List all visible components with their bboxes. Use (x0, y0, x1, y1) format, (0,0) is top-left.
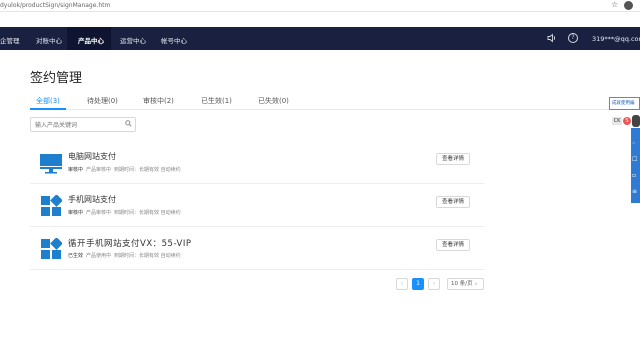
search-icon-svg (125, 120, 132, 127)
windows-tiles-icon (40, 237, 63, 260)
product-name: 循开手机网站支付VX：55-VIP (68, 239, 192, 249)
product-meta: 审核中 产品审核中 到期时间：长期有效 自动续约 (68, 166, 181, 173)
top-nav: 企管理 对账中心 产品中心 运营中心 帐号中心 ? 319***@qq.com (0, 27, 640, 50)
view-details-button[interactable]: 查看详情 (436, 153, 470, 165)
product-status: 产品审核中 (86, 210, 112, 216)
bookmark-star-icon[interactable]: ☆ (611, 0, 618, 9)
nav-item-products[interactable]: 产品中心 (78, 35, 104, 45)
page-title: 签约管理 (30, 71, 83, 86)
product-row: 手机网站支付 审核中 产品审核中 到期时间：长期有效 自动续约 查看详情 (30, 185, 485, 227)
sidebar-list-icon[interactable]: ≡ (632, 188, 637, 195)
product-search-box[interactable] (30, 117, 136, 132)
floating-tip[interactable]: 成就使用编 (609, 97, 640, 110)
tab-active[interactable]: 已生效(1) (201, 96, 232, 106)
product-status: 产品使用中 (86, 253, 112, 259)
tab-active-indicator (30, 108, 66, 110)
page-size-select[interactable]: 10 条/页 ∨ (447, 278, 484, 290)
product-row: 循开手机网站支付VX：55-VIP 已生效 产品使用中 到期时间：长期有效 自动续约… (30, 228, 485, 270)
windows-tiles-icon-svg (41, 194, 63, 216)
sidebar-chat-icon[interactable]: ◦ (632, 140, 636, 147)
product-name: 手机网站支付 (68, 195, 116, 204)
page-gap (0, 12, 640, 27)
status-badge: 已生效 (68, 253, 84, 259)
s-badge[interactable]: S (623, 117, 631, 125)
product-meta: 审核中 产品审核中 到期时间：长期有效 自动续约 (68, 209, 181, 216)
product-row: 电脑网站支付 审核中 产品审核中 到期时间：长期有效 自动续约 查看详情 (30, 142, 485, 184)
status-tabs: 全部(3) 待处理(0) 审核中(2) 已生效(1) 已失效(0) (30, 94, 638, 110)
sidebar-doc-icon[interactable]: ▫ (632, 172, 636, 179)
speaker-icon-svg (547, 33, 556, 43)
ck-badge[interactable]: CK (612, 117, 622, 125)
tab-reviewing[interactable]: 审核中(2) (143, 96, 174, 106)
tab-all[interactable]: 全部(3) (36, 96, 60, 106)
help-icon[interactable]: ? (568, 33, 578, 43)
account-icon[interactable] (624, 1, 633, 10)
search-icon[interactable] (125, 120, 132, 129)
tab-pending[interactable]: 待处理(0) (87, 96, 118, 106)
windows-tiles-icon (40, 194, 63, 217)
sidebar-edit-icon[interactable]: ☐ (632, 156, 637, 163)
page-size-value: 10 条/页 (451, 281, 473, 287)
nav-item-reconciliation[interactable]: 对账中心 (36, 35, 62, 45)
floating-sidebar[interactable]: ◦ ☐ ▫ ≡ (631, 128, 640, 203)
expiry-text: 到期时间：长期有效 自动续约 (114, 210, 181, 216)
desktop-icon (40, 152, 62, 174)
url-text[interactable]: dyulok/productSign/signManage.htm (0, 2, 110, 9)
page-number-button[interactable]: 1 (412, 278, 424, 290)
expiry-text: 到期时间：长期有效 自动续约 (114, 167, 181, 173)
product-status: 产品审核中 (86, 167, 112, 173)
product-name: 电脑网站支付 (68, 152, 116, 161)
chevron-down-icon: ∨ (474, 281, 478, 286)
tab-expired[interactable]: 已失效(0) (258, 96, 289, 106)
status-badge: 审核中 (68, 167, 84, 173)
robot-assistant-icon[interactable] (632, 115, 640, 127)
view-details-button[interactable]: 查看详情 (436, 196, 470, 208)
view-details-button[interactable]: 查看详情 (436, 239, 470, 251)
windows-tiles-icon-svg (41, 237, 63, 259)
user-email[interactable]: 319***@qq.com (592, 35, 640, 43)
nav-item-operations[interactable]: 运营中心 (120, 35, 146, 45)
expiry-text: 到期时间：长期有效 自动续约 (114, 253, 181, 259)
nav-item-account[interactable]: 帐号中心 (161, 35, 187, 45)
product-search-input[interactable] (35, 120, 121, 130)
nav-item-enterprise[interactable]: 企管理 (0, 35, 20, 45)
speaker-icon[interactable] (547, 33, 557, 43)
browser-url-bar[interactable]: dyulok/productSign/signManage.htm ☆ (0, 0, 640, 12)
status-badge: 审核中 (68, 210, 84, 216)
product-meta: 已生效 产品使用中 到期时间：长期有效 自动续约 (68, 252, 181, 259)
desktop-icon-svg (40, 154, 62, 174)
next-page-button[interactable]: › (428, 278, 440, 290)
prev-page-button[interactable]: ‹ (396, 278, 408, 290)
